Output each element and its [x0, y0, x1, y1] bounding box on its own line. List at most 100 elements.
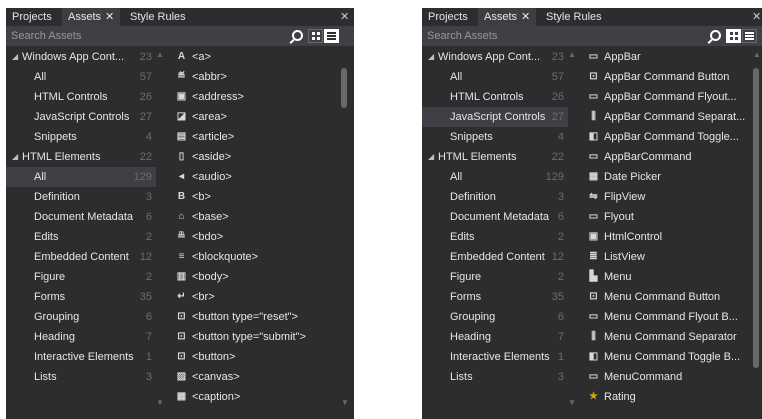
- asset-scrollbar[interactable]: ▲: [753, 46, 761, 419]
- close-icon[interactable]: ✕: [105, 11, 114, 23]
- list-view-button[interactable]: [324, 29, 339, 43]
- asset-item-menu[interactable]: ▙ Menu: [588, 267, 748, 287]
- category-all[interactable]: All 57: [6, 67, 156, 87]
- asset-item-menu-command-separator[interactable]: ⫼ Menu Command Separator: [588, 327, 748, 347]
- asset-item-menu-command-flyout-b[interactable]: ▭ Menu Command Flyout B...: [588, 307, 748, 327]
- asset-item-caption[interactable]: ▦ <caption>: [176, 387, 336, 407]
- list-view-button[interactable]: [742, 29, 757, 43]
- tab-projects[interactable]: Projects: [6, 8, 58, 26]
- scroll-down-arrow[interactable]: ▼: [568, 398, 576, 407]
- scroll-down-arrow[interactable]: ▼: [156, 398, 164, 407]
- category-heading[interactable]: Heading 7: [6, 327, 156, 347]
- expand-arrow-icon[interactable]: ◢: [12, 47, 18, 67]
- scroll-up-arrow[interactable]: ▲: [753, 50, 761, 59]
- asset-item-appbar-command-separat[interactable]: ⫼ AppBar Command Separat...: [588, 107, 748, 127]
- tab-style-rules[interactable]: Style Rules: [124, 8, 192, 26]
- search-icon[interactable]: [289, 29, 304, 43]
- category-all[interactable]: All 129: [6, 167, 156, 187]
- category-interactive-elements[interactable]: Interactive Elements 1: [422, 347, 568, 367]
- asset-scroll-thumb[interactable]: [341, 68, 347, 108]
- asset-item-rating[interactable]: ★ Rating: [588, 387, 748, 407]
- asset-item-abbr[interactable]: ≝ <abbr>: [176, 67, 336, 87]
- category-html-controls[interactable]: HTML Controls 26: [6, 87, 156, 107]
- asset-item-menucommand[interactable]: ▭ MenuCommand: [588, 367, 748, 387]
- category-edits[interactable]: Edits 2: [422, 227, 568, 247]
- category-lists[interactable]: Lists 3: [6, 367, 156, 387]
- asset-item-body[interactable]: ▥ <body>: [176, 267, 336, 287]
- grid-view-button[interactable]: [308, 29, 323, 43]
- category-windows-app-cont[interactable]: ◢ Windows App Cont... 23: [6, 47, 156, 67]
- asset-item-appbarcommand[interactable]: ▭ AppBarCommand: [588, 147, 748, 167]
- asset-item-menu-command-button[interactable]: ⊡ Menu Command Button: [588, 287, 748, 307]
- scroll-up-arrow[interactable]: ▲: [156, 50, 164, 59]
- search-input[interactable]: [424, 28, 700, 44]
- asset-item-bdo[interactable]: ≞ <bdo>: [176, 227, 336, 247]
- category-html-elements[interactable]: ◢ HTML Elements 22: [6, 147, 156, 167]
- asset-item-button-type-submit[interactable]: ⊡ <button type="submit">: [176, 327, 336, 347]
- asset-item-address[interactable]: ▣ <address>: [176, 87, 336, 107]
- asset-item-a[interactable]: A <a>: [176, 47, 336, 67]
- asset-item-base[interactable]: ⌂ <base>: [176, 207, 336, 227]
- expand-arrow-icon[interactable]: ◢: [428, 47, 434, 67]
- tab-assets[interactable]: Assets ✕: [478, 8, 537, 26]
- asset-item-area[interactable]: ◪ <area>: [176, 107, 336, 127]
- asset-item-button-type-reset[interactable]: ⊡ <button type="reset">: [176, 307, 336, 327]
- tab-assets[interactable]: Assets ✕: [62, 8, 121, 26]
- category-javascript-controls[interactable]: JavaScript Controls 27: [6, 107, 156, 127]
- asset-item-listview[interactable]: ≣ ListView: [588, 247, 748, 267]
- expand-arrow-icon[interactable]: ◢: [12, 147, 18, 167]
- category-heading[interactable]: Heading 7: [422, 327, 568, 347]
- category-edits[interactable]: Edits 2: [6, 227, 156, 247]
- tab-projects[interactable]: Projects: [422, 8, 474, 26]
- category-snippets[interactable]: Snippets 4: [422, 127, 568, 147]
- category-windows-app-cont[interactable]: ◢ Windows App Cont... 23: [422, 47, 568, 67]
- category-scrollbar[interactable]: ▲ ▼: [156, 46, 164, 419]
- category-document-metadata[interactable]: Document Metadata 6: [422, 207, 568, 227]
- asset-item-menu-command-toggle-b[interactable]: ◧ Menu Command Toggle B...: [588, 347, 748, 367]
- asset-item-date-picker[interactable]: ▦ Date Picker: [588, 167, 748, 187]
- grid-view-button[interactable]: [726, 29, 741, 43]
- asset-item-appbar-command-toggle[interactable]: ◧ AppBar Command Toggle...: [588, 127, 748, 147]
- asset-item-flipview[interactable]: ⇋ FlipView: [588, 187, 748, 207]
- category-html-controls[interactable]: HTML Controls 26: [422, 87, 568, 107]
- category-lists[interactable]: Lists 3: [422, 367, 568, 387]
- asset-item-button[interactable]: ⊡ <button>: [176, 347, 336, 367]
- asset-item-b[interactable]: B <b>: [176, 187, 336, 207]
- asset-item-blockquote[interactable]: ≡ <blockquote>: [176, 247, 336, 267]
- close-icon[interactable]: ✕: [521, 11, 530, 23]
- category-all[interactable]: All 57: [422, 67, 568, 87]
- category-embedded-content[interactable]: Embedded Content 12: [422, 247, 568, 267]
- search-icon[interactable]: [707, 29, 722, 43]
- category-javascript-controls[interactable]: JavaScript Controls 27: [422, 107, 568, 127]
- category-html-elements[interactable]: ◢ HTML Elements 22: [422, 147, 568, 167]
- category-grouping[interactable]: Grouping 6: [6, 307, 156, 327]
- category-scrollbar[interactable]: ▲ ▼: [568, 46, 576, 419]
- expand-arrow-icon[interactable]: ◢: [428, 147, 434, 167]
- asset-item-article[interactable]: ▤ <article>: [176, 127, 336, 147]
- asset-item-htmlcontrol[interactable]: ▣ HtmlControl: [588, 227, 748, 247]
- close-panel-icon[interactable]: ✕: [340, 8, 349, 26]
- search-input[interactable]: [8, 28, 284, 44]
- category-grouping[interactable]: Grouping 6: [422, 307, 568, 327]
- scroll-up-arrow[interactable]: ▲: [568, 50, 576, 59]
- asset-scrollbar[interactable]: ▼: [341, 46, 349, 419]
- close-panel-icon[interactable]: ✕: [752, 8, 761, 26]
- category-document-metadata[interactable]: Document Metadata 6: [6, 207, 156, 227]
- category-forms[interactable]: Forms 35: [422, 287, 568, 307]
- category-embedded-content[interactable]: Embedded Content 12: [6, 247, 156, 267]
- asset-item-br[interactable]: ↵ <br>: [176, 287, 336, 307]
- category-figure[interactable]: Figure 2: [422, 267, 568, 287]
- asset-item-appbar[interactable]: ▭ AppBar: [588, 47, 748, 67]
- category-snippets[interactable]: Snippets 4: [6, 127, 156, 147]
- asset-scroll-thumb[interactable]: [753, 68, 759, 368]
- scroll-down-arrow[interactable]: ▼: [341, 398, 349, 407]
- category-interactive-elements[interactable]: Interactive Elements 1: [6, 347, 156, 367]
- asset-item-canvas[interactable]: ▨ <canvas>: [176, 367, 336, 387]
- category-definition[interactable]: Definition 3: [422, 187, 568, 207]
- category-figure[interactable]: Figure 2: [6, 267, 156, 287]
- asset-item-appbar-command-button[interactable]: ⊡ AppBar Command Button: [588, 67, 748, 87]
- category-all[interactable]: All 129: [422, 167, 568, 187]
- pin-icon[interactable]: ᅟ: [740, 8, 750, 26]
- pin-icon[interactable]: ᅟ: [326, 8, 336, 26]
- category-forms[interactable]: Forms 35: [6, 287, 156, 307]
